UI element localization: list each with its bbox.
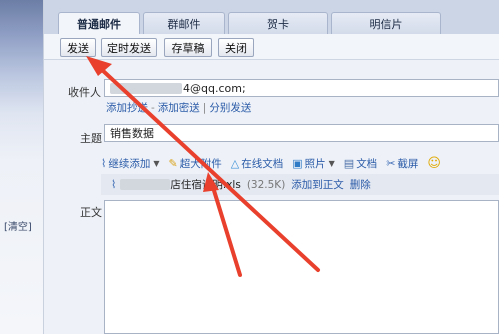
- online-doc-icon: △: [230, 156, 240, 170]
- large-attachment-label: 超大附件: [179, 157, 222, 170]
- scissors-icon: ✂: [386, 156, 396, 170]
- tab-group-mail[interactable]: 群邮件: [143, 12, 225, 34]
- recipient-field[interactable]: 4@qq.com;: [104, 79, 499, 97]
- document-button[interactable]: ▤ 文档: [344, 156, 377, 171]
- large-attachment-icon: ✎: [168, 156, 178, 170]
- photo-button[interactable]: ▣ 照片 ▼: [292, 156, 335, 171]
- redacted-address: [110, 82, 182, 94]
- compose-tab-bar: 普通邮件 群邮件 贺卡 明信片: [44, 0, 499, 35]
- smiley-icon: ☺: [427, 155, 441, 171]
- redacted-filename: [120, 179, 171, 190]
- photo-icon: ▣: [292, 156, 303, 170]
- compose-form: 收件人 4@qq.com; 添加抄送 - 添加密送 | 分别发送 主题 销售数据 ⌇ 继…: [44, 60, 499, 334]
- paperclip-icon: ⌇: [101, 156, 107, 170]
- online-doc-button[interactable]: △ 在线文档: [231, 156, 283, 171]
- screenshot-label: 截屏: [397, 157, 419, 170]
- recipient-options: 添加抄送 - 添加密送 | 分别发送: [106, 100, 251, 115]
- tab-greeting-card[interactable]: 贺卡: [228, 12, 328, 34]
- photo-label: 照片: [304, 157, 326, 170]
- attachment-file-name: 店住宿证明.xls: [170, 179, 241, 191]
- compose-toolbar: 发送 定时发送 存草稿 关闭: [44, 34, 499, 60]
- add-bcc-link[interactable]: 添加密送: [158, 102, 200, 114]
- document-icon: ▤: [343, 156, 355, 170]
- continue-add-attachment[interactable]: ⌇ 继续添加 ▼: [101, 156, 160, 171]
- chevron-down-icon[interactable]: ▼: [153, 159, 159, 168]
- left-sidebar: [清空]: [0, 0, 44, 334]
- scheduled-send-button[interactable]: 定时发送: [101, 38, 157, 57]
- online-doc-label: 在线文档: [241, 157, 284, 170]
- paperclip-icon: ⌇: [111, 178, 117, 191]
- continue-add-label: 继续添加: [108, 157, 151, 170]
- separator: -: [151, 102, 155, 114]
- attached-file-row: ⌇ 店住宿证明.xls (32.5K) 添加到正文 删除: [101, 174, 499, 195]
- subject-field[interactable]: 销售数据: [104, 124, 499, 142]
- clear-link[interactable]: [清空]: [4, 218, 32, 233]
- subject-label: 主题: [80, 132, 102, 145]
- separator: |: [202, 102, 207, 114]
- close-button[interactable]: 关闭: [218, 38, 254, 57]
- save-draft-button[interactable]: 存草稿: [164, 38, 212, 57]
- body-editor[interactable]: [104, 200, 499, 334]
- chevron-down-icon[interactable]: ▼: [329, 159, 335, 168]
- separate-send-link[interactable]: 分别发送: [209, 102, 251, 114]
- send-button[interactable]: 发送: [60, 38, 96, 57]
- attachment-toolbar: ⌇ 继续添加 ▼ ✎ 超大附件 △ 在线文档 ▣ 照片 ▼ ▤ 文档 ✂ 截屏 …: [101, 152, 499, 174]
- delete-attachment-link[interactable]: 删除: [350, 177, 371, 192]
- screenshot-button[interactable]: ✂ 截屏: [386, 156, 418, 171]
- large-attachment-button[interactable]: ✎ 超大附件: [169, 156, 222, 171]
- add-cc-link[interactable]: 添加抄送: [106, 102, 148, 114]
- tab-normal-mail[interactable]: 普通邮件: [58, 12, 140, 35]
- emoji-button[interactable]: ☺: [427, 156, 443, 171]
- subject-value: 销售数据: [110, 127, 154, 140]
- add-to-body-link[interactable]: 添加到正文: [291, 177, 344, 192]
- body-label: 正文: [80, 206, 102, 219]
- recipient-value: 4@qq.com;: [183, 81, 246, 95]
- attachment-file-size: (32.5K): [246, 178, 286, 191]
- recipient-label: 收件人: [68, 86, 101, 99]
- document-label: 文档: [356, 157, 378, 170]
- tab-postcard[interactable]: 明信片: [331, 12, 441, 34]
